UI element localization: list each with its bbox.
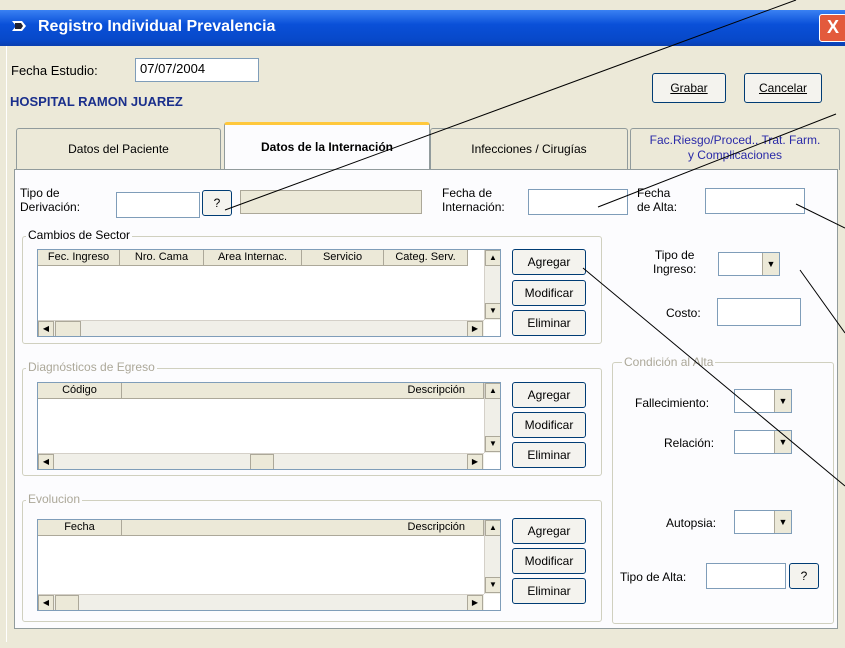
cancelar-label: Cancelar [758, 81, 808, 95]
tipo-derivacion-description [240, 190, 422, 214]
fallecimiento-label: Fallecimiento: [635, 396, 710, 410]
app-window: Registro Individual Prevalencia X Fecha … [0, 0, 845, 648]
horizontal-scrollbar[interactable]: ◀ ▶ [38, 594, 484, 610]
fecha-alta-input[interactable] [705, 188, 805, 214]
pencil-arrow-icon [10, 18, 28, 34]
grid-header[interactable]: Fec. Ingreso [38, 250, 120, 266]
tab-factores-riesgo-line1: Fac.Riesgo/Proced., Trat. Farm. [649, 133, 821, 147]
evolucion-eliminar-button[interactable]: Eliminar [512, 578, 586, 604]
fecha-estudio-input[interactable]: 07/07/2004 [135, 58, 259, 82]
scroll-right-icon[interactable]: ▶ [467, 595, 483, 610]
scroll-left-icon[interactable]: ◀ [38, 321, 54, 336]
fecha-internacion-label-l1: Fecha de [442, 186, 493, 200]
scroll-down-icon[interactable]: ▼ [485, 436, 500, 452]
evolucion-grid[interactable]: Fecha Descripción ▲ ▼ ◀ ▶ [37, 519, 501, 611]
tipo-derivacion-label: Tipo de Derivación: [20, 186, 80, 214]
cambios-sector-title: Cambios de Sector [26, 228, 133, 242]
cambios-modificar-button[interactable]: Modificar [512, 280, 586, 306]
fecha-internacion-label: Fecha de Internación: [442, 186, 505, 214]
vertical-scrollbar[interactable]: ▲ ▼ [484, 383, 500, 453]
relacion-select[interactable]: ▼ [734, 430, 792, 454]
scroll-up-icon[interactable]: ▲ [485, 383, 500, 399]
close-button[interactable]: X [819, 14, 845, 42]
cancelar-button[interactable]: Cancelar [744, 73, 822, 103]
cambios-agregar-button[interactable]: Agregar [512, 249, 586, 275]
grid-header[interactable]: Fecha [38, 520, 122, 536]
scroll-down-icon[interactable]: ▼ [485, 577, 500, 593]
fecha-alta-label-l1: Fecha [637, 186, 671, 200]
tab-datos-internacion[interactable]: Datos de la Internación [224, 122, 430, 170]
tipo-alta-lookup-button[interactable]: ? [789, 563, 819, 589]
scroll-thumb[interactable] [55, 595, 79, 610]
grid-header[interactable]: Descripción [122, 383, 484, 399]
fecha-alta-label-l2: de Alta: [637, 200, 678, 214]
tab-factores-riesgo-line2: y Complicaciones [687, 148, 783, 162]
tipo-derivacion-label-l2: Derivación: [20, 200, 81, 214]
fecha-alta-label: Fecha de Alta: [637, 186, 677, 214]
fecha-internacion-input[interactable] [528, 189, 628, 215]
tipo-ingreso-label-l2: Ingreso: [653, 262, 697, 276]
diagnosticos-eliminar-button[interactable]: Eliminar [512, 442, 586, 468]
scroll-up-icon[interactable]: ▲ [485, 250, 500, 266]
scroll-thumb[interactable] [55, 321, 81, 336]
chevron-down-icon[interactable]: ▼ [774, 390, 791, 412]
grid-header[interactable]: Categ. Serv. [384, 250, 468, 266]
scroll-left-icon[interactable]: ◀ [38, 454, 54, 469]
grid-header[interactable]: Código [38, 383, 122, 399]
horizontal-scrollbar[interactable]: ◀ ▶ [38, 320, 484, 336]
evolucion-title: Evolucion [26, 492, 83, 506]
fecha-internacion-label-l2: Internación: [442, 200, 505, 214]
diagnosticos-agregar-button[interactable]: Agregar [512, 382, 586, 408]
condicion-alta-title: Condición al Alta [622, 355, 716, 369]
fecha-estudio-label: Fecha Estudio: [11, 63, 98, 78]
tipo-alta-input[interactable] [706, 563, 786, 589]
chevron-down-icon[interactable]: ▼ [774, 511, 791, 533]
fallecimiento-select[interactable]: ▼ [734, 389, 792, 413]
window-title: Registro Individual Prevalencia [38, 18, 276, 35]
chevron-down-icon[interactable]: ▼ [762, 253, 779, 275]
tab-infecciones-cirugias[interactable]: Infecciones / Cirugías [430, 128, 628, 170]
scroll-right-icon[interactable]: ▶ [467, 321, 483, 336]
chevron-down-icon[interactable]: ▼ [774, 431, 791, 453]
vertical-scrollbar[interactable]: ▲ ▼ [484, 250, 500, 320]
tab-datos-paciente[interactable]: Datos del Paciente [16, 128, 221, 170]
autopsia-select[interactable]: ▼ [734, 510, 792, 534]
diagnosticos-title: Diagnósticos de Egreso [26, 360, 157, 374]
autopsia-label: Autopsia: [666, 516, 717, 530]
evolucion-modificar-button[interactable]: Modificar [512, 548, 586, 574]
horizontal-scrollbar[interactable]: ◀ ▶ [38, 453, 484, 469]
grabar-label: Grabar [670, 81, 708, 95]
scroll-left-icon[interactable]: ◀ [38, 595, 54, 610]
tipo-ingreso-label-l1: Tipo de [654, 248, 695, 262]
scroll-down-icon[interactable]: ▼ [485, 303, 500, 319]
cambios-sector-grid[interactable]: Fec. Ingreso Nro. Cama Area Internac. Se… [37, 249, 501, 337]
tab-factores-riesgo[interactable]: Fac.Riesgo/Proced., Trat. Farm. y Compli… [630, 128, 840, 170]
grabar-button[interactable]: Grabar [652, 73, 726, 103]
costo-input[interactable] [717, 298, 801, 326]
hospital-name: HOSPITAL RAMON JUAREZ [10, 94, 183, 109]
tipo-ingreso-label: Tipo de Ingreso: [653, 248, 696, 276]
diagnosticos-grid[interactable]: Código Descripción ▲ ▼ ◀ ▶ [37, 382, 501, 470]
diagnosticos-modificar-button[interactable]: Modificar [512, 412, 586, 438]
scroll-thumb[interactable] [250, 454, 274, 469]
tipo-alta-label: Tipo de Alta: [620, 570, 687, 584]
grid-header[interactable]: Descripción [122, 520, 484, 536]
tipo-derivacion-label-l1: Tipo de [20, 186, 60, 200]
grid-header[interactable]: Area Internac. [204, 250, 302, 266]
cambios-eliminar-button[interactable]: Eliminar [512, 310, 586, 336]
tipo-derivacion-input[interactable] [116, 192, 200, 218]
vertical-scrollbar[interactable]: ▲ ▼ [484, 520, 500, 594]
tipo-derivacion-lookup-button[interactable]: ? [202, 190, 232, 216]
relacion-label: Relación: [664, 436, 715, 450]
costo-label: Costo: [666, 306, 701, 320]
tipo-ingreso-select[interactable]: ▼ [718, 252, 780, 276]
scroll-right-icon[interactable]: ▶ [467, 454, 483, 469]
scroll-up-icon[interactable]: ▲ [485, 520, 500, 536]
grid-header[interactable]: Nro. Cama [120, 250, 204, 266]
evolucion-agregar-button[interactable]: Agregar [512, 518, 586, 544]
grid-header[interactable]: Servicio [302, 250, 384, 266]
